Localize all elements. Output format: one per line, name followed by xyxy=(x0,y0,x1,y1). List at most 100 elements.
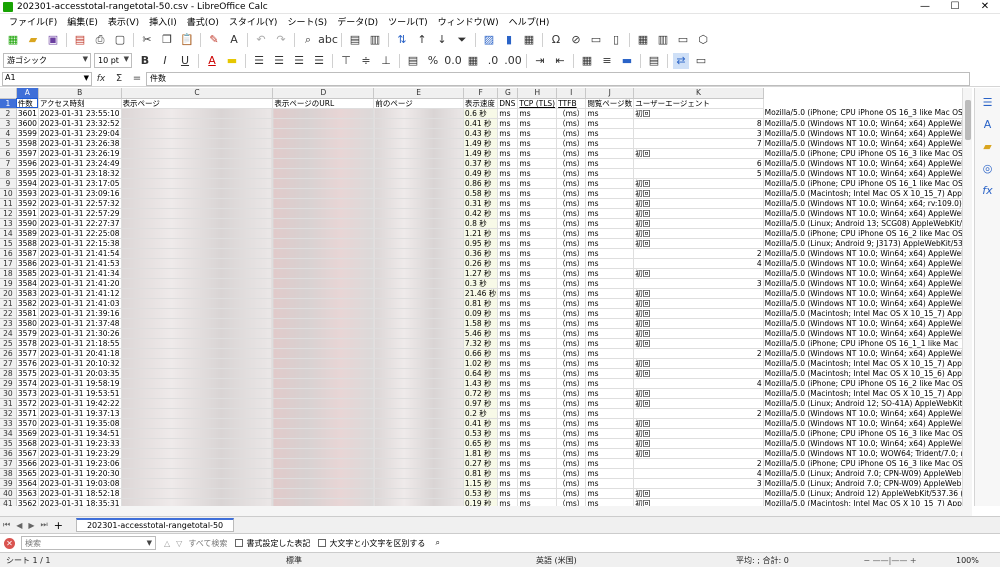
column-header-d[interactable]: D xyxy=(272,88,375,99)
cell-page-url-redacted[interactable] xyxy=(272,148,375,159)
cell-tcp[interactable]: ms xyxy=(517,388,558,399)
cell-speed[interactable]: 0.31 秒 xyxy=(463,198,499,209)
cell-ttfb[interactable]: ms xyxy=(585,118,635,129)
cell-speed[interactable]: 1.15 秒 xyxy=(463,478,499,489)
cell-user-agent[interactable]: Mozilla/5.0 (Windows NT 10.0; Win64; x64… xyxy=(763,158,972,169)
cell-ttfb[interactable]: ms xyxy=(585,358,635,369)
cell-page-title-redacted[interactable] xyxy=(121,288,274,299)
cell-tcp[interactable]: ms xyxy=(517,108,558,119)
match-case-checkbox[interactable] xyxy=(318,539,327,547)
cell-page-title-redacted[interactable] xyxy=(121,418,274,429)
cell-access-time[interactable]: 2023-01-31 22:25:08 xyxy=(38,228,122,239)
cell-dns[interactable]: ms xyxy=(497,338,519,349)
cell-user-agent[interactable]: Mozilla/5.0 (iPhone; CPU iPhone OS 16_3 … xyxy=(763,108,972,119)
cell-tcp[interactable]: ms xyxy=(517,228,558,239)
cell-ttfb[interactable]: ms xyxy=(585,378,635,389)
row-header[interactable]: 21 xyxy=(0,298,17,309)
cell-tcp[interactable]: ms xyxy=(517,498,558,506)
cell-tcp[interactable]: ms xyxy=(517,158,558,169)
cell-speed[interactable]: 0.37 秒 xyxy=(463,158,499,169)
cell-speed[interactable]: 0.26 秒 xyxy=(463,258,499,269)
row-header[interactable]: 40 xyxy=(0,488,17,499)
cell-page-url-redacted[interactable] xyxy=(272,338,375,349)
autofilter-icon[interactable]: ⏷ xyxy=(454,32,470,48)
cell-ttfb[interactable]: ms xyxy=(585,318,635,329)
cell-speed[interactable]: 1.58 秒 xyxy=(463,318,499,329)
cell-previous-page-redacted[interactable] xyxy=(373,158,464,169)
cell-dns[interactable]: ms xyxy=(497,358,519,369)
menu-sheet[interactable]: シート(S) xyxy=(282,15,332,28)
prev-sheet-icon[interactable]: ◀ xyxy=(16,521,22,530)
gallery-icon[interactable]: ▰ xyxy=(980,138,996,154)
increase-indent-icon[interactable]: ⇥ xyxy=(532,53,548,69)
cell-access-time[interactable]: 2023-01-31 23:24:49 xyxy=(38,158,122,169)
align-top-icon[interactable]: ⊤ xyxy=(338,53,354,69)
cell-page-views[interactable]: 初回 xyxy=(633,388,764,399)
cell-user-agent[interactable]: Mozilla/5.0 (Linux; Android 7.0; CPN-W09… xyxy=(763,468,972,479)
sort-ascending-icon[interactable]: ↑ xyxy=(414,32,430,48)
find-replace-icon[interactable]: ⌕ xyxy=(300,32,316,48)
cell-access-time[interactable]: 2023-01-31 19:20:30 xyxy=(38,468,122,479)
cell-user-agent[interactable]: Mozilla/5.0 (Windows NT 10.0; WOW64; Tri… xyxy=(763,448,972,459)
row-header[interactable]: 34 xyxy=(0,428,17,439)
zoom-level[interactable]: 100% xyxy=(950,556,985,565)
cell-page-views[interactable]: 初回 xyxy=(633,368,764,379)
cell-page-url-redacted[interactable] xyxy=(272,118,375,129)
cell-ttfb[interactable]: ms xyxy=(585,398,635,409)
font-size-combo[interactable]: 10 pt ▼ xyxy=(94,53,132,68)
cell-b1[interactable]: アクセス時刻 xyxy=(38,98,122,109)
cell-access-time[interactable]: 2023-01-31 23:09:16 xyxy=(38,188,122,199)
borders-icon[interactable]: ▦ xyxy=(579,53,595,69)
scrollbar-thumb[interactable] xyxy=(965,100,971,140)
bold-button[interactable]: B xyxy=(137,53,153,69)
cell-user-agent[interactable]: Mozilla/5.0 (iPhone; CPU iPhone OS 16_3 … xyxy=(763,148,972,159)
cell-previous-page-redacted[interactable] xyxy=(373,418,464,429)
cell-tcp[interactable]: ms xyxy=(517,308,558,319)
cell-dns[interactable]: ms xyxy=(497,488,519,499)
copy-icon[interactable]: ❐ xyxy=(159,32,175,48)
cell-access-time[interactable]: 2023-01-31 23:55:10 xyxy=(38,108,122,119)
cell-page-url-redacted[interactable] xyxy=(272,398,375,409)
cell-count[interactable]: 3566 xyxy=(16,458,39,469)
cell-dns[interactable]: ms xyxy=(497,408,519,419)
cell-ttfb[interactable]: ms xyxy=(585,128,635,139)
cell-user-agent[interactable]: Mozilla/5.0 (Windows NT 10.0; Win64; x64… xyxy=(763,348,972,359)
cell-access-time[interactable]: 2023-01-31 21:39:16 xyxy=(38,308,122,319)
cell-tcp-tls[interactable]: （ms） xyxy=(556,498,587,506)
cell-page-title-redacted[interactable] xyxy=(121,128,274,139)
row-header[interactable]: 17 xyxy=(0,258,17,269)
column-header-h[interactable]: H xyxy=(517,88,558,99)
cell-access-time[interactable]: 2023-01-31 19:35:08 xyxy=(38,418,122,429)
cell-access-time[interactable]: 2023-01-31 20:10:32 xyxy=(38,358,122,369)
formula-input[interactable]: 件数 xyxy=(146,71,970,86)
sheet-tab-1[interactable]: 202301-accesstotal-rangetotal-50 xyxy=(75,518,235,532)
cell-access-time[interactable]: 2023-01-31 23:29:04 xyxy=(38,128,122,139)
cell-tcp[interactable]: ms xyxy=(517,118,558,129)
cell-user-agent[interactable]: Mozilla/5.0 (iPhone; CPU iPhone OS 16_3 … xyxy=(763,458,972,469)
cell-ttfb[interactable]: ms xyxy=(585,498,635,506)
next-sheet-icon[interactable]: ▶ xyxy=(28,521,34,530)
cell-page-views[interactable]: 初回 xyxy=(633,498,764,506)
cell-ttfb[interactable]: ms xyxy=(585,228,635,239)
cell-previous-page-redacted[interactable] xyxy=(373,128,464,139)
cell-access-time[interactable]: 2023-01-31 22:15:38 xyxy=(38,238,122,249)
cell-speed[interactable]: 21.46 秒 xyxy=(463,288,499,299)
cell-page-title-redacted[interactable] xyxy=(121,408,274,419)
cell-ttfb[interactable]: ms xyxy=(585,108,635,119)
cell-page-url-redacted[interactable] xyxy=(272,228,375,239)
row-header[interactable]: 35 xyxy=(0,438,17,449)
cell-tcp-tls[interactable]: （ms） xyxy=(556,218,587,229)
row-header[interactable]: 39 xyxy=(0,478,17,489)
cell-speed[interactable]: 0.42 秒 xyxy=(463,208,499,219)
cell-ttfb[interactable]: ms xyxy=(585,218,635,229)
cell-ttfb[interactable]: ms xyxy=(585,168,635,179)
cell-access-time[interactable]: 2023-01-31 22:27:37 xyxy=(38,218,122,229)
row-header[interactable]: 12 xyxy=(0,208,17,219)
menu-file[interactable]: ファイル(F) xyxy=(4,15,62,28)
cell-tcp-tls[interactable]: （ms） xyxy=(556,248,587,259)
row-header[interactable]: 3 xyxy=(0,118,17,129)
cell-dns[interactable]: ms xyxy=(497,188,519,199)
cell-page-url-redacted[interactable] xyxy=(272,128,375,139)
cell-speed[interactable]: 0.27 秒 xyxy=(463,458,499,469)
cell-user-agent[interactable]: Mozilla/5.0 (Windows NT 10.0; Win64; x64… xyxy=(763,438,972,449)
